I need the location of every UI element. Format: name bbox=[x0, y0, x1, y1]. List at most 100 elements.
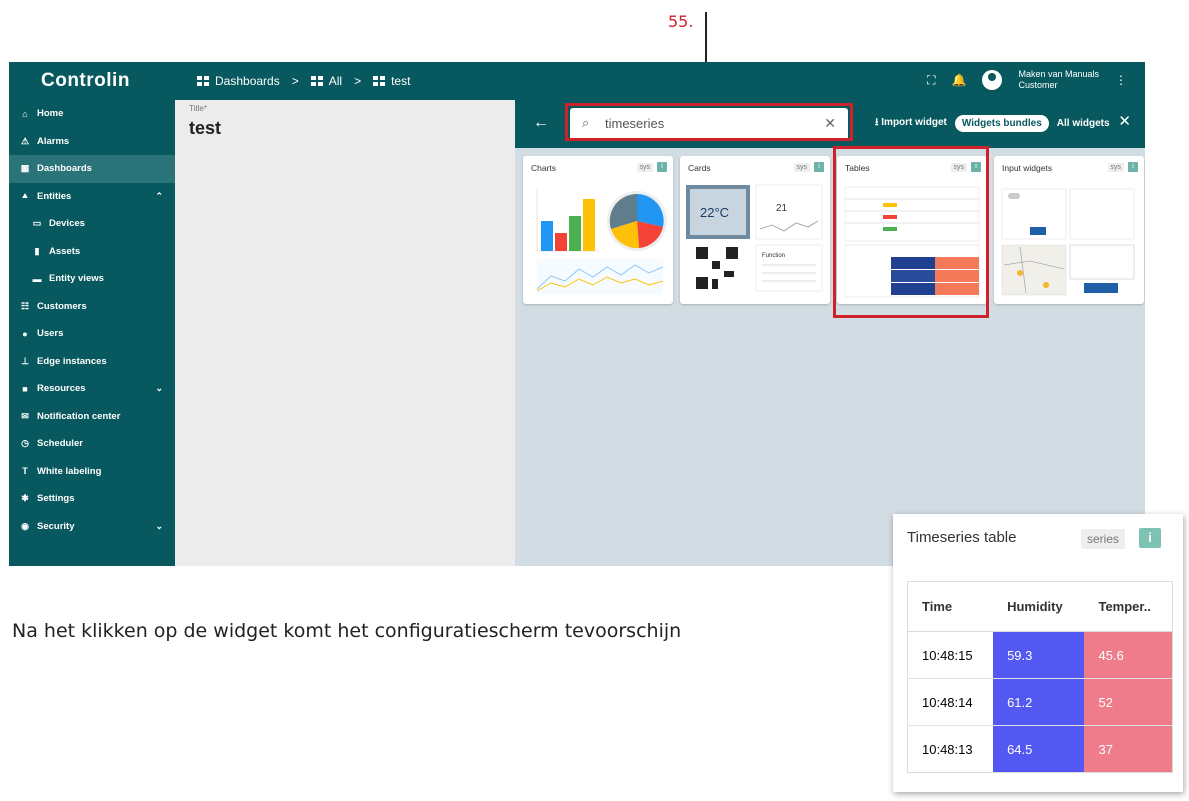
sidebar-item-assets[interactable]: ▮ Assets bbox=[9, 238, 175, 266]
dashboard-icon bbox=[310, 76, 323, 86]
widgets-bundles-tab[interactable]: Widgets bundles bbox=[954, 115, 1049, 132]
breadcrumb: Dashboards > All > test bbox=[197, 74, 410, 88]
breadcrumb-dashboards[interactable]: Dashboards bbox=[215, 74, 280, 88]
card-name: Input widgets bbox=[1002, 163, 1053, 173]
chevron-up-icon[interactable]: ⌃ bbox=[155, 191, 163, 202]
tables-highlight-box bbox=[833, 146, 989, 318]
users-icon: ● bbox=[22, 328, 28, 339]
sidebar-item-label: Notification center bbox=[37, 410, 121, 422]
title-field-value[interactable]: test bbox=[189, 118, 221, 139]
user-role: Customer bbox=[1018, 80, 1058, 90]
avatar[interactable] bbox=[982, 70, 1003, 90]
sidebar-item-edge-instances[interactable]: ⊥ Edge instances bbox=[9, 348, 175, 376]
resources-icon: ■ bbox=[22, 383, 28, 394]
temp-value: 22°C bbox=[700, 205, 729, 220]
chevron-down-icon[interactable]: ⌄ bbox=[155, 383, 163, 394]
widget-badge: series bbox=[1081, 529, 1126, 549]
function-label: Function bbox=[762, 253, 785, 259]
sidebar-item-devices[interactable]: ▭ Devices bbox=[9, 210, 175, 238]
sidebar-item-label: Settings bbox=[37, 493, 75, 505]
sidebar-item-dashboards[interactable]: ▦ Dashboards bbox=[9, 155, 175, 183]
column-header-humidity: Humidity bbox=[993, 581, 1085, 632]
sidebar-item-label: Security bbox=[37, 520, 75, 532]
input-widgets-preview bbox=[1001, 188, 1135, 296]
table-header-row: Time Humidity Temper.. bbox=[907, 581, 1173, 632]
device-icon: ▭ bbox=[32, 218, 42, 229]
sidebar-item-white-labeling[interactable]: T White labeling bbox=[9, 458, 175, 486]
dashboard-icon bbox=[373, 76, 385, 86]
card-badge: sys bbox=[793, 163, 810, 172]
edge-icon: ⊥ bbox=[21, 355, 29, 366]
notification-bell-icon[interactable]: 🔔 bbox=[952, 73, 967, 87]
column-header-temperature: Temper.. bbox=[1084, 581, 1173, 632]
sidebar-item-home[interactable]: ⌂ Home bbox=[9, 100, 175, 128]
back-arrow-icon[interactable]: ← bbox=[533, 114, 549, 132]
sidebar-item-users[interactable]: ● Users bbox=[9, 320, 175, 348]
sidebar-item-notification-center[interactable]: ✉ Notification center bbox=[9, 403, 175, 431]
sidebar-item-entity-views[interactable]: ▬ Entity views bbox=[9, 265, 175, 293]
cell-humidity: 59.3 bbox=[993, 631, 1085, 679]
search-highlight-box bbox=[565, 103, 853, 141]
sidebar-item-resources[interactable]: ■ Resources ⌄ bbox=[9, 375, 175, 403]
white-label-icon: T bbox=[22, 466, 28, 477]
card-badge: sys bbox=[1107, 163, 1124, 172]
entity-view-icon: ▬ bbox=[32, 273, 42, 284]
cell-temperature: 37 bbox=[1084, 725, 1173, 773]
sidebar-item-label: Alarms bbox=[37, 135, 70, 147]
breadcrumb-separator: > bbox=[354, 74, 362, 88]
sidebar-item-alarms[interactable]: ⚠ Alarms bbox=[9, 128, 175, 156]
notification-icon: ✉ bbox=[21, 410, 29, 421]
sidebar-item-settings[interactable]: ✱ Settings bbox=[9, 485, 175, 513]
info-icon[interactable]: i bbox=[1128, 162, 1138, 172]
widget-title: Timeseries table bbox=[907, 529, 1017, 546]
info-icon[interactable]: i bbox=[1139, 528, 1161, 548]
cell-time: 10:48:13 bbox=[907, 725, 994, 773]
sidebar-item-label: Entity views bbox=[49, 273, 104, 285]
column-header-time: Time bbox=[907, 581, 994, 632]
breadcrumb-all[interactable]: All bbox=[329, 74, 342, 88]
all-widgets-tab[interactable]: All widgets bbox=[1057, 118, 1110, 129]
screenshot: Controlin Dashboards > All > test ⛶ 🔔 Ma… bbox=[9, 62, 1145, 566]
sidebar-item-label: White labeling bbox=[37, 465, 102, 477]
security-icon: ◉ bbox=[21, 520, 29, 531]
sidebar-item-customers[interactable]: ☷ Customers bbox=[9, 293, 175, 321]
card-badge: sys bbox=[636, 163, 653, 172]
asset-icon: ▮ bbox=[34, 245, 40, 256]
sidebar-item-label: Dashboards bbox=[37, 163, 92, 175]
app-logo: Controlin bbox=[41, 70, 130, 91]
close-icon[interactable]: ✕ bbox=[1118, 112, 1131, 130]
dashboard-title-area: Title* test bbox=[175, 100, 515, 566]
widget-card-charts[interactable]: Charts sys i bbox=[523, 156, 673, 304]
timeseries-table-widget-zoom[interactable]: Timeseries table series i Time Humidity … bbox=[893, 514, 1183, 792]
info-icon[interactable]: i bbox=[814, 162, 824, 172]
cell-humidity: 64.5 bbox=[993, 725, 1085, 773]
sidebar-item-security[interactable]: ◉ Security ⌄ bbox=[9, 513, 175, 541]
widget-card-input-widgets[interactable]: Input widgets sys i bbox=[994, 156, 1144, 304]
widget-card-cards[interactable]: Cards sys i 22°C 21 Function bbox=[680, 156, 830, 304]
sidebar-item-scheduler[interactable]: ◷ Scheduler bbox=[9, 430, 175, 458]
more-vert-icon[interactable]: ⋮ bbox=[1115, 73, 1127, 87]
widget-panel: ← ⌕ timeseries ✕ ⭳ Import widget Widgets… bbox=[515, 100, 1145, 566]
import-widget-button[interactable]: ⭳ Import widget bbox=[875, 115, 947, 132]
home-icon: ⌂ bbox=[22, 108, 28, 119]
cell-time: 10:48:15 bbox=[907, 631, 994, 679]
cell-temperature: 45.6 bbox=[1084, 631, 1173, 679]
dashboard-icon: ▦ bbox=[20, 163, 30, 174]
user-name: Maken van Manuals bbox=[1018, 69, 1099, 79]
chevron-down-icon[interactable]: ⌄ bbox=[155, 521, 163, 532]
table-row: 10:48:15 59.3 45.6 bbox=[907, 631, 1173, 679]
sidebar-item-label: Edge instances bbox=[37, 355, 107, 367]
cell-humidity: 61.2 bbox=[993, 678, 1085, 726]
alarm-icon: ⚠ bbox=[20, 135, 30, 146]
user-info: Maken van Manuals Customer bbox=[1018, 69, 1099, 91]
sidebar-item-label: Scheduler bbox=[37, 438, 83, 450]
entities-icon: ⯅ bbox=[21, 190, 29, 201]
fullscreen-icon[interactable]: ⛶ bbox=[927, 73, 935, 88]
info-icon[interactable]: i bbox=[657, 162, 667, 172]
dashboard-icon bbox=[197, 76, 209, 86]
sidebar-item-entities[interactable]: ⯅ Entities ⌃ bbox=[9, 183, 175, 211]
table-row: 10:48:14 61.2 52 bbox=[907, 678, 1173, 726]
card-name: Charts bbox=[531, 163, 557, 173]
sidebar-item-label: Home bbox=[37, 108, 64, 120]
timeseries-table: Time Humidity Temper.. 10:48:15 59.3 45.… bbox=[907, 581, 1173, 773]
